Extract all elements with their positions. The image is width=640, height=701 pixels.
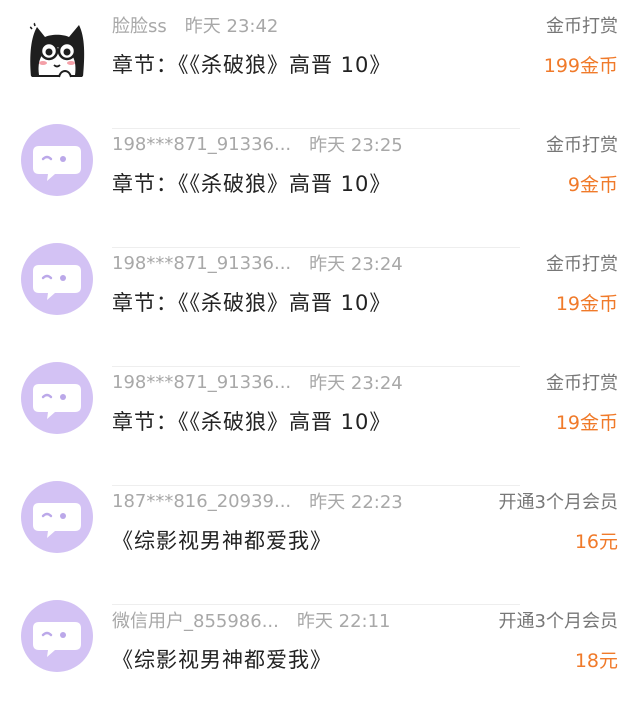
reward-record-list: 脸脸ss 昨天 23:42 章节：《《杀破狼》高晋 10》 金币打赏 199金币… [0, 0, 640, 701]
chat-bubble-avatar-icon [33, 503, 81, 538]
avatar[interactable] [21, 15, 93, 87]
record-content: 《综影视男神都爱我》 [112, 529, 332, 553]
chat-bubble-avatar-icon [33, 146, 81, 181]
record-type: 金币打赏 [546, 373, 618, 394]
list-item[interactable]: 微信用户_855986... 昨天 22:11 《综影视男神都爱我》 开通3个月… [0, 600, 640, 701]
list-item[interactable]: 198***871_91336... 昨天 23:24 章节：《《杀破狼》高晋 … [0, 362, 640, 486]
record-type: 金币打赏 [546, 254, 618, 275]
avatar[interactable] [21, 243, 93, 315]
record-meta: 198***871_91336... 昨天 23:24 [112, 367, 403, 397]
chat-bubble-avatar-icon [33, 622, 81, 657]
record-amount: 9金币 [567, 174, 618, 196]
username[interactable]: 187***816_20939... [112, 491, 291, 512]
record-type: 开通3个月会员 [498, 611, 618, 632]
record-type: 金币打赏 [546, 135, 618, 156]
timestamp: 昨天 22:11 [296, 611, 391, 632]
list-item[interactable]: 198***871_91336... 昨天 23:24 章节：《《杀破狼》高晋 … [0, 243, 640, 367]
username[interactable]: 微信用户_855986... [112, 607, 279, 633]
chat-bubble-avatar-icon [33, 384, 81, 419]
timestamp: 昨天 23:24 [309, 254, 403, 275]
timestamp: 昨天 23:24 [309, 373, 403, 394]
record-meta: 脸脸ss 昨天 23:42 [112, 10, 278, 40]
timestamp: 昨天 23:42 [184, 16, 279, 37]
list-item[interactable]: 脸脸ss 昨天 23:42 章节：《《杀破狼》高晋 10》 金币打赏 199金币 [0, 10, 640, 129]
cartoon-cat-avatar-icon [26, 18, 85, 78]
avatar[interactable] [21, 124, 93, 196]
list-item[interactable]: 198***871_91336... 昨天 23:25 章节：《《杀破狼》高晋 … [0, 124, 640, 248]
timestamp: 昨天 23:25 [309, 135, 403, 156]
record-content: 章节：《《杀破狼》高晋 10》 [112, 291, 392, 315]
record-meta: 微信用户_855986... 昨天 22:11 [112, 605, 391, 635]
record-amount: 18元 [574, 650, 618, 672]
username[interactable]: 198***871_91336... [112, 253, 291, 274]
timestamp: 昨天 22:23 [309, 492, 403, 513]
record-content: 章节：《《杀破狼》高晋 10》 [112, 172, 392, 196]
list-item[interactable]: 187***816_20939... 昨天 22:23 《综影视男神都爱我》 开… [0, 481, 640, 605]
record-meta: 198***871_91336... 昨天 23:24 [112, 248, 403, 278]
record-amount: 19金币 [555, 412, 618, 434]
avatar[interactable] [21, 481, 93, 553]
chat-bubble-avatar-icon [33, 265, 81, 300]
record-content: 章节：《《杀破狼》高晋 10》 [112, 410, 392, 434]
username[interactable]: 脸脸ss [112, 12, 167, 38]
avatar[interactable] [21, 362, 93, 434]
record-type: 金币打赏 [546, 16, 618, 37]
record-amount: 199金币 [543, 55, 618, 77]
avatar[interactable] [21, 600, 93, 672]
record-meta: 187***816_20939... 昨天 22:23 [112, 486, 403, 516]
record-type: 开通3个月会员 [498, 492, 618, 513]
record-content: 章节：《《杀破狼》高晋 10》 [112, 53, 392, 77]
username[interactable]: 198***871_91336... [112, 372, 291, 393]
record-meta: 198***871_91336... 昨天 23:25 [112, 129, 403, 159]
record-amount: 19金币 [555, 293, 618, 315]
record-amount: 16元 [574, 531, 618, 553]
username[interactable]: 198***871_91336... [112, 134, 291, 155]
record-content: 《综影视男神都爱我》 [112, 648, 332, 672]
